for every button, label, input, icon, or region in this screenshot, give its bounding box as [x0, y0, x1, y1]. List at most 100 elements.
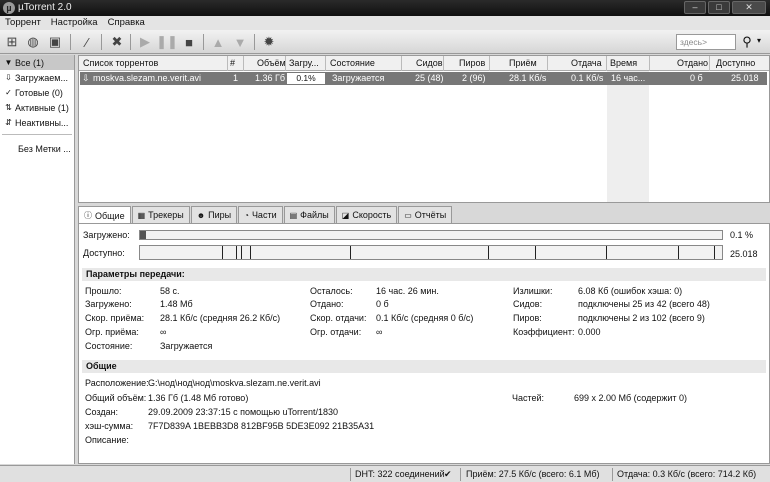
- add-torrent-icon[interactable]: ⊞: [3, 33, 21, 51]
- search-icon[interactable]: ⚲: [738, 33, 756, 51]
- wasted-label: Излишки:: [513, 286, 553, 296]
- dht-ok-icon: ✔: [444, 469, 452, 479]
- pieces-value: 699 x 2.00 Мб (содержит 0): [574, 393, 688, 403]
- tab-files[interactable]: ▤ Файлы: [283, 206, 335, 223]
- col-eta[interactable]: Время: [610, 58, 637, 68]
- close-button[interactable]: ✕: [732, 1, 766, 14]
- details-panel: Загружено: 0.1 % Доступно: 25.018 Параме…: [78, 223, 770, 464]
- availability-bar: [139, 245, 723, 260]
- settings-gear-icon[interactable]: ✹: [260, 33, 278, 51]
- tab-label: Скорость: [352, 210, 392, 220]
- pause-icon[interactable]: ❚❚: [156, 33, 178, 51]
- downloaded-label: Загружено:: [85, 299, 132, 309]
- torrent-list-header: Список торрентов # Объём Загру... Состоя…: [79, 56, 769, 71]
- col-done[interactable]: Загру...: [289, 58, 319, 68]
- col-availability[interactable]: Доступно: [716, 58, 755, 68]
- category-sidebar: ▼ Все (1) ⇩ Загружаем... ✓ Готовые (0) ⇅…: [0, 55, 75, 464]
- magic-wand-icon[interactable]: ⁄: [78, 33, 96, 51]
- menu-torrent[interactable]: Торрент: [0, 16, 46, 30]
- seeds-label: Сидов:: [513, 299, 543, 309]
- peers-label: Пиров:: [513, 313, 542, 323]
- upload-speed-value: 0.1 Кб/с (средняя 0 б/с): [376, 313, 474, 323]
- upload-limit-label: Огр. отдачи:: [310, 327, 362, 337]
- start-icon[interactable]: ▶: [136, 33, 154, 51]
- download-total-status[interactable]: Приём: 27.5 Кб/с (всего: 6.1 Мб): [466, 469, 600, 479]
- sidebar-item-no-label[interactable]: Без Метки ...: [0, 141, 74, 156]
- tab-speed[interactable]: ◪ Скорость: [335, 206, 398, 223]
- speed-icon: ◪: [341, 210, 350, 220]
- search-input[interactable]: здесь>: [676, 34, 736, 50]
- torrent-list: Список торрентов # Объём Загру... Состоя…: [78, 55, 770, 203]
- sidebar-item-downloading[interactable]: ⇩ Загружаем...: [0, 70, 74, 85]
- menu-bar: Торрент Настройка Справка: [0, 16, 770, 30]
- remaining-label: Осталось:: [310, 286, 353, 296]
- logger-icon: ▭: [404, 210, 412, 220]
- menu-settings[interactable]: Настройка: [46, 16, 103, 30]
- col-peers[interactable]: Пиров: [459, 58, 485, 68]
- move-down-icon[interactable]: ▼: [231, 33, 249, 51]
- tab-peers[interactable]: ☻ Пиры: [190, 206, 238, 223]
- torrent-progress: 0.1%: [287, 73, 325, 84]
- sidebar-item-label: Активные (1): [15, 102, 69, 113]
- download-arrow-icon: ⇩: [82, 73, 90, 83]
- available-bar-label: Доступно:: [83, 248, 125, 258]
- tab-label: Общие: [95, 210, 125, 221]
- move-up-icon[interactable]: ▲: [209, 33, 227, 51]
- tab-logger[interactable]: ▭ Отчёты: [398, 206, 453, 223]
- download-icon: ⇩: [5, 73, 12, 82]
- tab-pieces[interactable]: ◔ Части: [238, 206, 283, 223]
- tab-trackers[interactable]: ▦ Трекеры: [131, 206, 190, 223]
- uploaded-value: 0 б: [376, 299, 389, 309]
- menu-help[interactable]: Справка: [103, 16, 150, 30]
- pieces-label: Частей:: [512, 393, 545, 403]
- torrent-down-speed: 28.1 Кб/s: [509, 73, 547, 83]
- col-size[interactable]: Объём: [257, 58, 286, 68]
- inactive-icon: ⇵: [5, 118, 12, 127]
- torrent-uploaded: 0 б: [690, 73, 703, 83]
- tab-label: Трекеры: [148, 210, 184, 220]
- col-uploaded[interactable]: Отдано: [677, 58, 708, 68]
- peers-value: подключены 2 из 102 (всего 9): [578, 313, 705, 323]
- upload-total-status[interactable]: Отдача: 0.3 Кб/с (всего: 714.2 Кб): [617, 469, 756, 479]
- upload-limit-value: ∞: [376, 327, 383, 337]
- create-torrent-icon[interactable]: ▣: [46, 33, 64, 51]
- created-label: Создан:: [85, 407, 119, 417]
- table-row[interactable]: ⇩ moskva.slezam.ne.verit.avi 1 1.36 Гб 0…: [80, 72, 767, 85]
- sidebar-item-label: Загружаем...: [15, 72, 68, 83]
- check-icon: ✓: [5, 88, 12, 97]
- ratio-value: 0.000: [578, 327, 601, 337]
- download-speed-value: 28.1 Кб/с (средняя 26.2 Кб/с): [160, 313, 281, 323]
- sidebar-item-active[interactable]: ⇅ Активные (1): [0, 100, 74, 115]
- tab-general[interactable]: ⓘ Общие: [78, 206, 131, 224]
- sidebar-item-inactive[interactable]: ⇵ Неактивны...: [0, 115, 74, 130]
- transfer-section-title: Параметры передачи:: [82, 268, 766, 281]
- sidebar-item-label: Неактивны...: [15, 117, 69, 128]
- downloaded-progress-bar: [139, 230, 723, 240]
- maximize-button[interactable]: □: [708, 1, 730, 14]
- state-label: Состояние:: [85, 341, 133, 351]
- stop-icon[interactable]: ■: [180, 33, 198, 51]
- add-url-icon[interactable]: ◍: [24, 33, 42, 51]
- peers-icon: ☻: [196, 210, 206, 220]
- remaining-value: 16 час. 26 мин.: [376, 286, 439, 296]
- toolbar: ⊞ ◍ ▣ ⁄ ✖ ▶ ❚❚ ■ ▲ ▼ ✹ здесь> ⚲ ▾: [0, 30, 770, 54]
- sidebar-item-label: Готовые (0): [15, 87, 63, 98]
- detail-tabs: ⓘ Общие ▦ Трекеры ☻ Пиры ◔ Части ▤ Файлы…: [78, 206, 770, 224]
- chevron-down-icon[interactable]: ▾: [757, 36, 761, 45]
- tab-label: Части: [251, 210, 277, 220]
- col-down-speed[interactable]: Приём: [509, 58, 537, 68]
- seeds-value: подключены 25 из 42 (всего 48): [578, 299, 710, 309]
- sidebar-item-completed[interactable]: ✓ Готовые (0): [0, 85, 74, 100]
- title-bar: µ µTorrent 2.0 – □ ✕: [0, 0, 770, 16]
- info-icon: ⓘ: [84, 211, 92, 220]
- col-number[interactable]: #: [230, 58, 235, 68]
- col-up-speed[interactable]: Отдача: [571, 58, 602, 68]
- col-name[interactable]: Список торрентов: [83, 58, 158, 68]
- comment-label: Описание:: [85, 435, 129, 445]
- col-seeds[interactable]: Сидов: [416, 58, 443, 68]
- remove-icon[interactable]: ✖: [108, 33, 126, 51]
- upload-speed-label: Скор. отдачи:: [310, 313, 367, 323]
- minimize-button[interactable]: –: [684, 1, 706, 14]
- sidebar-item-all[interactable]: ▼ Все (1): [0, 55, 74, 70]
- col-status[interactable]: Состояние: [330, 58, 375, 68]
